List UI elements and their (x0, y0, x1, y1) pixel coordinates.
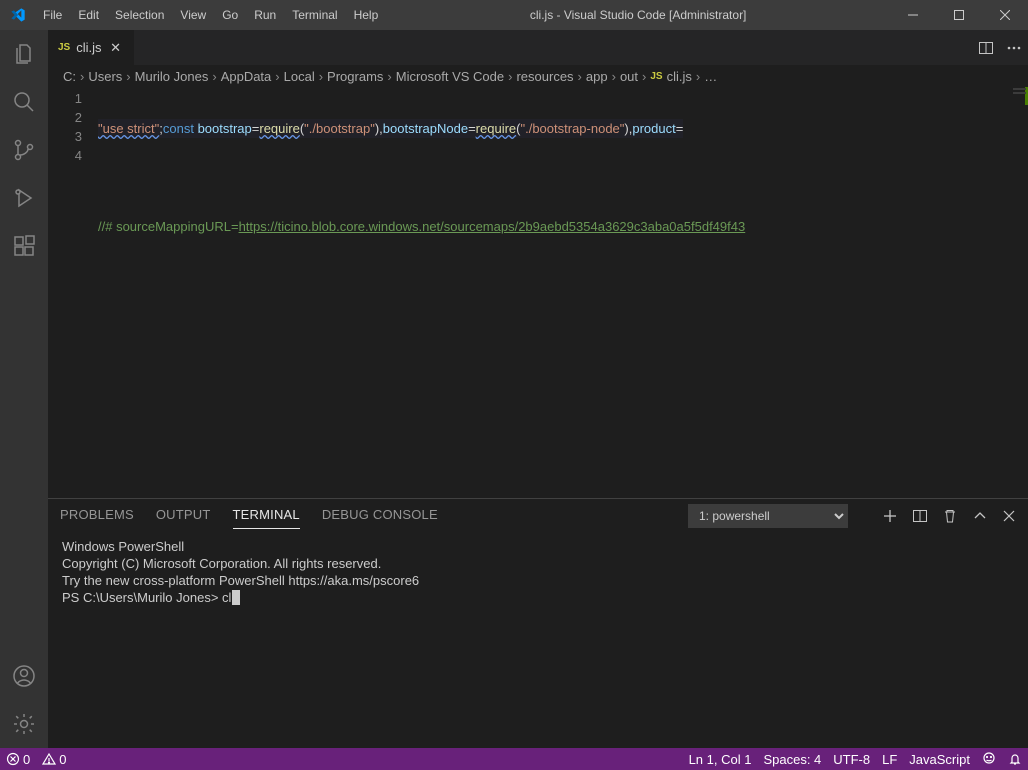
explorer-icon[interactable] (0, 30, 48, 78)
main-area: JS cli.js ✕ C:› Users› Murilo Jones› App… (0, 30, 1028, 748)
crumb[interactable]: Users (88, 69, 122, 84)
editor-group: JS cli.js ✕ C:› Users› Murilo Jones› App… (48, 30, 1028, 748)
crumb[interactable]: C: (63, 69, 76, 84)
crumb[interactable]: Microsoft VS Code (396, 69, 504, 84)
status-encoding[interactable]: UTF-8 (827, 748, 876, 770)
tab-debug-console[interactable]: Debug Console (322, 503, 438, 528)
activity-bar (0, 30, 48, 748)
status-warnings[interactable]: 0 (36, 748, 72, 770)
terminal-line: Try the new cross-platform PowerShell ht… (62, 572, 1014, 589)
breadcrumb[interactable]: C:› Users› Murilo Jones› AppData› Local›… (48, 65, 1028, 87)
terminal-cursor (232, 590, 240, 605)
status-language[interactable]: JavaScript (903, 748, 976, 770)
tab-problems[interactable]: Problems (60, 503, 134, 528)
menu-edit[interactable]: Edit (70, 0, 107, 30)
line-numbers: 1 2 3 4 (48, 87, 98, 498)
terminal-shell-select[interactable]: 1: powershell (688, 504, 848, 528)
terminal-line: Copyright (C) Microsoft Corporation. All… (62, 555, 1014, 572)
crumb[interactable]: resources (516, 69, 573, 84)
vscode-logo-icon (0, 7, 35, 23)
window-title: cli.js - Visual Studio Code [Administrat… (386, 8, 890, 22)
crumb[interactable]: out (620, 69, 638, 84)
tab-output[interactable]: Output (156, 503, 211, 528)
minimize-button[interactable] (890, 0, 936, 30)
settings-gear-icon[interactable] (0, 700, 48, 748)
status-feedback-icon[interactable] (976, 748, 1002, 770)
editor-tab[interactable]: JS cli.js ✕ (48, 30, 135, 65)
menu-selection[interactable]: Selection (107, 0, 172, 30)
crumb[interactable]: Programs (327, 69, 383, 84)
tab-filename: cli.js (76, 40, 101, 55)
terminal-line: Windows PowerShell (62, 538, 1014, 555)
source-control-icon[interactable] (0, 126, 48, 174)
more-actions-icon[interactable] (1000, 40, 1028, 56)
code-editor[interactable]: 1 2 3 4 "use strict";const bootstrap=req… (48, 87, 1028, 498)
maximize-button[interactable] (936, 0, 982, 30)
menu-run[interactable]: Run (246, 0, 284, 30)
maximize-panel-icon[interactable] (972, 508, 988, 524)
close-panel-icon[interactable] (1002, 509, 1016, 523)
window-controls (890, 0, 1028, 30)
crumb[interactable]: app (586, 69, 608, 84)
accounts-icon[interactable] (0, 652, 48, 700)
menu-bar: File Edit Selection View Go Run Terminal… (35, 0, 386, 30)
search-icon[interactable] (0, 78, 48, 126)
panel-tabs: Problems Output Terminal Debug Console 1… (48, 499, 1028, 532)
status-eol[interactable]: LF (876, 748, 903, 770)
tab-terminal[interactable]: Terminal (233, 503, 300, 529)
crumb[interactable]: AppData (221, 69, 272, 84)
new-terminal-icon[interactable] (882, 508, 898, 524)
title-bar: File Edit Selection View Go Run Terminal… (0, 0, 1028, 30)
crumb-more[interactable]: … (704, 69, 717, 84)
tab-bar: JS cli.js ✕ (48, 30, 1028, 65)
menu-terminal[interactable]: Terminal (284, 0, 345, 30)
close-button[interactable] (982, 0, 1028, 30)
crumb[interactable]: Local (284, 69, 315, 84)
run-debug-icon[interactable] (0, 174, 48, 222)
menu-go[interactable]: Go (214, 0, 246, 30)
code-content[interactable]: "use strict";const bootstrap=require("./… (98, 87, 1010, 498)
js-file-icon: JS (650, 71, 662, 82)
menu-file[interactable]: File (35, 0, 70, 30)
crumb[interactable]: Murilo Jones (135, 69, 209, 84)
extensions-icon[interactable] (0, 222, 48, 270)
split-editor-icon[interactable] (972, 40, 1000, 56)
status-notifications-icon[interactable] (1002, 748, 1028, 770)
terminal[interactable]: Windows PowerShell Copyright (C) Microso… (48, 532, 1028, 748)
terminal-prompt-line: PS C:\Users\Murilo Jones> cl (62, 589, 1014, 606)
kill-terminal-icon[interactable] (942, 508, 958, 524)
status-errors[interactable]: 0 (0, 748, 36, 770)
minimap[interactable] (1010, 87, 1028, 498)
crumb-file[interactable]: cli.js (667, 69, 692, 84)
editor-split: 1 2 3 4 "use strict";const bootstrap=req… (48, 87, 1028, 748)
status-spaces[interactable]: Spaces: 4 (757, 748, 827, 770)
menu-view[interactable]: View (172, 0, 214, 30)
tab-close-icon[interactable]: ✕ (108, 40, 124, 56)
split-terminal-icon[interactable] (912, 508, 928, 524)
menu-help[interactable]: Help (346, 0, 387, 30)
status-bar: 0 0 Ln 1, Col 1 Spaces: 4 UTF-8 LF JavaS… (0, 748, 1028, 770)
status-lncol[interactable]: Ln 1, Col 1 (683, 748, 758, 770)
js-file-icon: JS (58, 42, 70, 53)
panel: Problems Output Terminal Debug Console 1… (48, 498, 1028, 748)
